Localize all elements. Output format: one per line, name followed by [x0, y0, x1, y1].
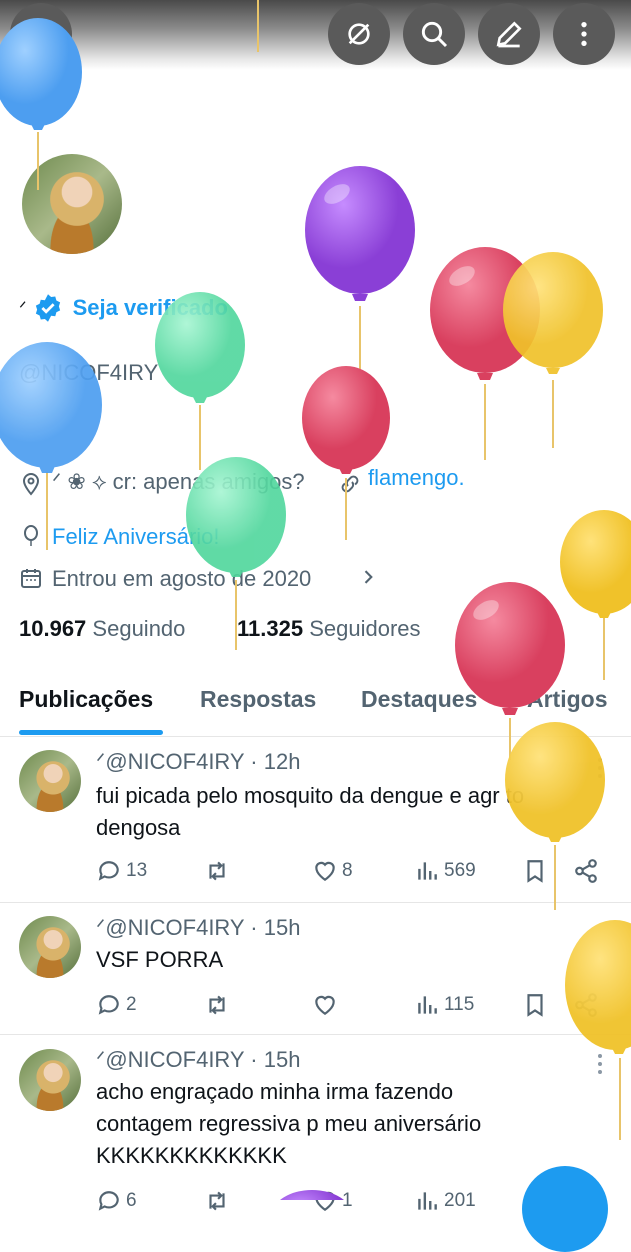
- reply-icon: [98, 995, 119, 1015]
- view-count: 201: [444, 1190, 476, 1211]
- analytics-icon: [418, 1192, 437, 1210]
- post-text: VSF PORRA: [96, 947, 224, 972]
- following-count: 10.967: [19, 616, 87, 641]
- reply-icon: [98, 1191, 119, 1211]
- post-more-icon[interactable]: [592, 756, 608, 780]
- heart-icon: [315, 861, 335, 881]
- analytics-icon: [418, 862, 437, 880]
- repost-icon: [209, 995, 225, 1015]
- bookmark-icon[interactable]: [522, 992, 548, 1018]
- post-avatar[interactable]: [19, 916, 81, 978]
- more-button[interactable]: [553, 3, 615, 65]
- heart-icon: [315, 995, 335, 1015]
- post-text: acho engraçado minha irma fazendo contag…: [96, 1079, 482, 1168]
- like-count: 1: [342, 1190, 353, 1211]
- repost-button[interactable]: [204, 858, 234, 884]
- view-count: 569: [444, 860, 476, 881]
- reply-button[interactable]: 2: [96, 992, 137, 1018]
- profile-website-link[interactable]: flamengo.: [368, 465, 465, 491]
- post-header: ᐟ@NICOF4IRY · 15h: [96, 1047, 301, 1072]
- reply-count: 2: [126, 994, 137, 1015]
- post-avatar[interactable]: [19, 1049, 81, 1111]
- search-icon: [421, 21, 448, 48]
- tab-destaques[interactable]: Destaques: [361, 686, 477, 713]
- reply-icon: [98, 861, 119, 881]
- like-button[interactable]: 1: [312, 1188, 353, 1214]
- location-icon: [22, 472, 40, 496]
- share-icon[interactable]: [573, 858, 599, 884]
- profile-avatar[interactable]: [19, 151, 125, 257]
- views-button[interactable]: 115: [414, 992, 474, 1018]
- followers-link[interactable]: 11.325 Seguidores: [237, 616, 421, 642]
- bookmark-icon[interactable]: [522, 858, 548, 884]
- views-button[interactable]: 569: [414, 858, 476, 884]
- post-avatar[interactable]: [19, 750, 81, 812]
- tab-artigos[interactable]: Artigos: [527, 686, 608, 713]
- repost-icon: [209, 1191, 225, 1211]
- views-button[interactable]: 201: [414, 1188, 476, 1214]
- reply-count: 13: [126, 860, 148, 881]
- grok-button[interactable]: [328, 3, 390, 65]
- post-more-icon[interactable]: [592, 1052, 608, 1076]
- calendar-icon: [21, 569, 41, 588]
- reply-count: 6: [126, 1190, 137, 1211]
- following-link[interactable]: 10.967 Seguindo: [19, 616, 185, 642]
- verify-link[interactable]: Seja verificado: [73, 295, 228, 321]
- compose-fab[interactable]: [522, 1166, 608, 1252]
- like-button[interactable]: [312, 992, 342, 1018]
- reply-button[interactable]: 13: [96, 858, 147, 884]
- post-header: ᐟ@NICOF4IRY · 12h: [96, 749, 301, 774]
- followers-count: 11.325: [237, 616, 304, 641]
- display-name: ᐟ: [19, 297, 27, 318]
- like-button[interactable]: 8: [312, 858, 353, 884]
- share-icon[interactable]: [573, 992, 599, 1018]
- profile-handle: @NICOF4IRY: [19, 360, 159, 385]
- repost-icon: [209, 861, 225, 881]
- post-text: fui picada pelo mosquito da dengue e agr…: [96, 783, 525, 840]
- post-header: ᐟ@NICOF4IRY · 15h: [96, 915, 301, 940]
- compose-button[interactable]: [478, 3, 540, 65]
- more-vertical-icon: [581, 22, 587, 46]
- analytics-icon: [418, 996, 437, 1014]
- heart-icon: [315, 1191, 335, 1211]
- profile-name-row: ᐟ Seja verificado: [19, 288, 228, 328]
- compose-icon: [496, 21, 522, 48]
- like-count: 8: [342, 860, 353, 881]
- back-button[interactable]: [10, 3, 72, 65]
- followers-label: Seguidores: [309, 616, 421, 641]
- verified-badge-icon: [35, 294, 60, 322]
- post-divider: [0, 1034, 631, 1035]
- reply-button[interactable]: 6: [96, 1188, 137, 1214]
- search-button[interactable]: [403, 3, 465, 65]
- balloon-icon: [24, 525, 38, 546]
- repost-button[interactable]: [204, 992, 234, 1018]
- post-divider: [0, 902, 631, 903]
- tab-publicacoes[interactable]: Publicações: [19, 686, 153, 713]
- following-label: Seguindo: [92, 616, 186, 641]
- profile-location: ᐟ ❀ ⟡ cr: apenas amigos?: [52, 469, 305, 494]
- back-arrow-icon: [29, 23, 52, 45]
- tab-respostas[interactable]: Respostas: [200, 686, 316, 713]
- tabs-divider: [0, 736, 631, 737]
- grok-icon: [348, 23, 370, 45]
- birthday-text[interactable]: Feliz Aniversário!: [52, 524, 220, 550]
- link-icon: [341, 475, 359, 493]
- joined-date: Entrou em agosto de 2020: [52, 566, 312, 591]
- active-tab-indicator: [19, 730, 163, 735]
- view-count: 115: [444, 994, 475, 1015]
- chevron-right-icon[interactable]: [358, 567, 378, 587]
- repost-button[interactable]: [204, 1188, 234, 1214]
